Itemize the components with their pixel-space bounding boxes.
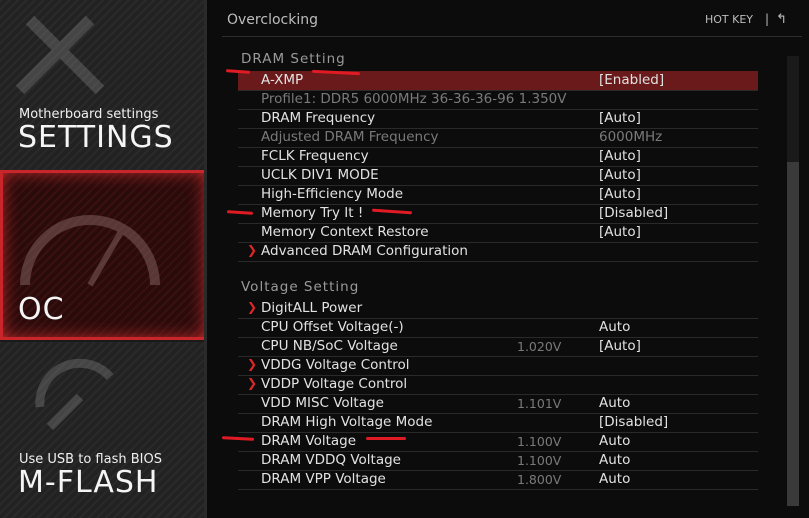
mflash-title: M-FLASH — [18, 465, 159, 500]
setting-value[interactable]: Auto — [599, 433, 630, 449]
setting-row[interactable]: A-XMP [Enabled] — [238, 71, 758, 91]
tools-icon — [15, 15, 105, 95]
header-divider — [222, 36, 802, 37]
setting-label: DigitALL Power — [261, 300, 363, 316]
setting-label: VDDG Voltage Control — [261, 357, 410, 373]
chevron-right-icon: ❯ — [247, 357, 258, 371]
gauge-icon — [20, 215, 160, 287]
setting-row[interactable]: High-Efficiency Mode [Auto] — [238, 185, 758, 205]
setting-label: High-Efficiency Mode — [261, 186, 404, 202]
setting-label: A-XMP — [261, 72, 304, 88]
setting-label: DRAM High Voltage Mode — [261, 414, 433, 430]
settings-title: SETTINGS — [18, 120, 174, 155]
setting-value[interactable]: [Auto] — [599, 167, 641, 183]
setting-value[interactable]: Auto — [599, 452, 630, 468]
setting-row[interactable]: DRAM VDDQ Voltage 1.100V Auto — [238, 451, 758, 471]
setting-row[interactable]: FCLK Frequency [Auto] — [238, 147, 758, 167]
setting-row[interactable]: DRAM Voltage 1.100V Auto — [238, 432, 758, 452]
back-arrow-icon[interactable]: ↰ — [776, 12, 787, 27]
setting-row[interactable]: CPU NB/SoC Voltage 1.020V [Auto] — [238, 337, 758, 357]
setting-row[interactable]: CPU Offset Voltage(-) Auto — [238, 318, 758, 338]
setting-label: FCLK Frequency — [261, 148, 369, 164]
setting-label: VDD MISC Voltage — [261, 395, 384, 411]
setting-current-value: 1.101V — [517, 396, 562, 411]
usb-icon — [35, 358, 114, 431]
header-separator: | — [764, 12, 769, 26]
setting-row[interactable]: UCLK DIV1 MODE [Auto] — [238, 166, 758, 186]
setting-row[interactable]: Adjusted DRAM Frequency 6000MHz — [238, 128, 758, 148]
settings-panel[interactable]: Motherboard settings SETTINGS — [0, 0, 207, 170]
chevron-right-icon: ❯ — [247, 376, 258, 390]
setting-row[interactable]: ❯ DigitALL Power — [238, 299, 758, 319]
setting-label: Profile1: DDR5 6000MHz 36-36-36-96 1.350… — [261, 91, 567, 107]
setting-row[interactable]: DRAM VPP Voltage 1.800V Auto — [238, 470, 758, 490]
oc-title: OC — [18, 292, 65, 327]
setting-label: VDDP Voltage Control — [261, 376, 408, 392]
setting-label: DRAM VPP Voltage — [261, 471, 386, 487]
setting-label: DRAM Voltage — [261, 433, 357, 449]
setting-label: UCLK DIV1 MODE — [261, 167, 379, 183]
setting-label: DRAM VDDQ Voltage — [261, 452, 401, 468]
setting-value[interactable]: [Disabled] — [599, 414, 668, 430]
setting-row[interactable]: DRAM High Voltage Mode [Disabled] — [238, 413, 758, 433]
dram-section-title: DRAM Setting — [241, 51, 346, 67]
sidebar: Motherboard settings SETTINGS OC Use USB… — [0, 0, 207, 518]
setting-value[interactable]: [Enabled] — [599, 72, 664, 88]
setting-row[interactable]: VDD MISC Voltage 1.101V Auto — [238, 394, 758, 414]
setting-value[interactable]: [Auto] — [599, 110, 641, 126]
setting-value[interactable]: [Disabled] — [599, 205, 668, 221]
mflash-panel[interactable]: Use USB to flash BIOS M-FLASH — [0, 342, 207, 518]
voltage-section-title: Voltage Setting — [241, 279, 360, 295]
setting-current-value: 1.800V — [517, 472, 562, 487]
hotkey-button[interactable]: HOT KEY — [705, 13, 753, 26]
setting-value[interactable]: 6000MHz — [599, 129, 662, 145]
setting-row[interactable]: Profile1: DDR5 6000MHz 36-36-36-96 1.350… — [238, 90, 758, 110]
setting-value[interactable]: [Auto] — [599, 148, 641, 164]
setting-label: CPU NB/SoC Voltage — [261, 338, 398, 354]
setting-label: DRAM Frequency — [261, 110, 376, 126]
breadcrumb: Overclocking — [227, 12, 318, 28]
setting-value[interactable]: [Auto] — [599, 338, 641, 354]
setting-value[interactable]: [Auto] — [599, 186, 641, 202]
chevron-right-icon: ❯ — [247, 243, 258, 257]
annotation-mark — [366, 437, 406, 440]
setting-row[interactable]: Memory Try It ! [Disabled] — [238, 204, 758, 224]
setting-label: Adjusted DRAM Frequency — [261, 129, 439, 145]
setting-label: Memory Context Restore — [261, 224, 429, 240]
setting-row[interactable]: Memory Context Restore [Auto] — [238, 223, 758, 243]
setting-value[interactable]: Auto — [599, 395, 630, 411]
setting-row[interactable]: DRAM Frequency [Auto] — [238, 109, 758, 129]
chevron-right-icon: ❯ — [247, 300, 258, 314]
setting-row[interactable]: ❯ Advanced DRAM Configuration — [238, 242, 758, 262]
setting-current-value: 1.020V — [517, 339, 562, 354]
setting-row[interactable]: ❯ VDDG Voltage Control — [238, 356, 758, 376]
sidebar-divider — [204, 0, 207, 518]
setting-value[interactable]: Auto — [599, 319, 630, 335]
setting-current-value: 1.100V — [517, 453, 562, 468]
setting-label: Memory Try It ! — [261, 205, 364, 221]
setting-value[interactable]: Auto — [599, 471, 630, 487]
setting-label: Advanced DRAM Configuration — [261, 243, 468, 259]
setting-row[interactable]: ❯ VDDP Voltage Control — [238, 375, 758, 395]
main-panel: Overclocking HOT KEY | ↰ DRAM Setting A-… — [210, 0, 809, 518]
setting-value[interactable]: [Auto] — [599, 224, 641, 240]
setting-label: CPU Offset Voltage(-) — [261, 319, 404, 335]
setting-current-value: 1.100V — [517, 434, 562, 449]
oc-panel[interactable]: OC — [0, 170, 207, 340]
scrollbar-thumb[interactable] — [787, 162, 799, 506]
